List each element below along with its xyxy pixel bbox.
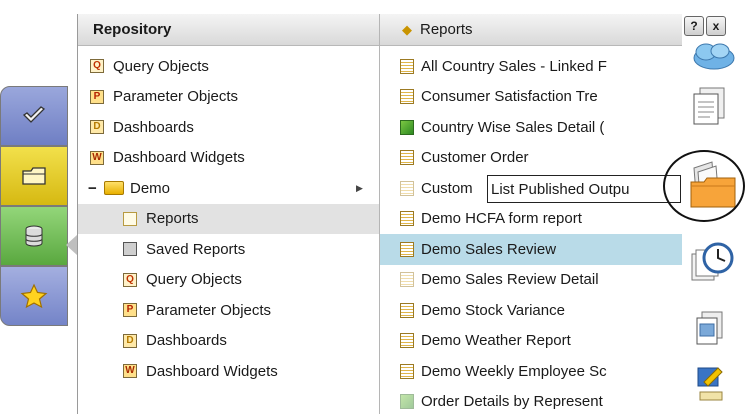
- collapse-toggle-icon[interactable]: −: [88, 180, 100, 197]
- report-icon: [400, 150, 414, 165]
- close-button[interactable]: x: [706, 16, 726, 36]
- reports-header: ◆ Reports: [380, 14, 683, 46]
- report-item[interactable]: Demo Stock Variance: [380, 295, 683, 326]
- dashboard-widget-icon: W: [123, 364, 137, 378]
- pen-icon[interactable]: [694, 362, 728, 402]
- report-icon: [400, 364, 414, 379]
- cloud-icon[interactable]: [688, 38, 738, 72]
- tree-item-demo-query-objects[interactable]: Q Query Objects: [78, 265, 379, 296]
- report-icon: [400, 272, 414, 287]
- linked-report-icon: [400, 394, 414, 409]
- parameter-object-icon: P: [123, 303, 137, 317]
- tree-item-label: Reports: [146, 210, 199, 227]
- report-item[interactable]: Demo Weekly Employee Sc: [380, 356, 683, 387]
- dashboard-icon: D: [90, 120, 104, 134]
- check-tab-icon: [21, 105, 47, 127]
- report-item[interactable]: Demo HCFA form report: [380, 204, 683, 235]
- repository-header: Repository: [78, 14, 379, 46]
- tooltip: List Published Outpu: [487, 175, 681, 203]
- side-tab-folder[interactable]: [0, 146, 68, 206]
- report-item[interactable]: Demo Sales Review Detail: [380, 265, 683, 296]
- tree-item-label: Dashboard Widgets: [146, 363, 278, 380]
- dashboard-widget-icon: W: [90, 151, 104, 165]
- help-button[interactable]: ?: [684, 16, 704, 36]
- report-item[interactable]: Demo Weather Report: [380, 326, 683, 357]
- tree-item-dashboard-widgets[interactable]: W Dashboard Widgets: [78, 143, 379, 174]
- report-item[interactable]: Country Wise Sales Detail (: [380, 112, 683, 143]
- tree-item-parameter-objects[interactable]: P Parameter Objects: [78, 82, 379, 113]
- report-icon: [400, 242, 414, 257]
- report-item-selected[interactable]: Demo Sales Review: [380, 234, 683, 265]
- report-item[interactable]: Order Details by Represent: [380, 387, 683, 417]
- report-icon: [400, 181, 414, 196]
- reports-title: Reports: [420, 21, 473, 38]
- active-tab-pointer: [66, 235, 77, 255]
- tooltip-text: List Published Outpu: [491, 181, 629, 198]
- tree-item-demo-reports[interactable]: Reports: [78, 204, 379, 235]
- report-item[interactable]: Consumer Satisfaction Tre: [380, 82, 683, 113]
- report-item[interactable]: All Country Sales - Linked F: [380, 51, 683, 82]
- repository-panel: Repository ◆ Reports Q Query Objects P P…: [77, 14, 683, 414]
- side-tab-strip: [0, 86, 68, 326]
- side-tab-database[interactable]: [0, 206, 68, 266]
- linked-report-icon: [400, 120, 414, 135]
- documents-icon[interactable]: [688, 84, 732, 128]
- folder-tab-icon: [21, 165, 47, 187]
- reports-list: All Country Sales - Linked F Consumer Sa…: [380, 51, 683, 417]
- repository-title: Repository: [93, 21, 171, 38]
- tree-item-label: Query Objects: [146, 271, 242, 288]
- tree-folder-label: Demo: [130, 180, 170, 197]
- report-icon: [400, 333, 414, 348]
- tree-folder-demo[interactable]: − Demo ▶: [78, 173, 379, 204]
- report-item[interactable]: Customer Order: [380, 143, 683, 174]
- parameter-object-icon: P: [90, 90, 104, 104]
- tree-item-demo-saved-reports[interactable]: Saved Reports: [78, 234, 379, 265]
- side-tab-check[interactable]: [0, 86, 68, 146]
- tree-item-label: Parameter Objects: [146, 302, 271, 319]
- tree-item-demo-dashboard-widgets[interactable]: W Dashboard Widgets: [78, 356, 379, 387]
- report-icon: [400, 303, 414, 318]
- database-tab-icon: [23, 224, 45, 248]
- folder-icon: [104, 181, 124, 195]
- tree-item-query-objects[interactable]: Q Query Objects: [78, 51, 379, 82]
- tree-item-label: Dashboards: [146, 332, 227, 349]
- report-icon: [400, 211, 414, 226]
- tree-item-label: Saved Reports: [146, 241, 245, 258]
- tree-item-demo-dashboards[interactable]: D Dashboards: [78, 326, 379, 357]
- repository-tree: Q Query Objects P Parameter Objects D Da…: [78, 51, 379, 387]
- tree-item-label: Query Objects: [113, 58, 209, 75]
- report-document-icon[interactable]: [694, 310, 728, 350]
- query-object-icon: Q: [123, 273, 137, 287]
- tree-item-label: Dashboard Widgets: [113, 149, 245, 166]
- highlight-circle: [663, 150, 745, 222]
- report-icon: [400, 89, 414, 104]
- reports-icon: [123, 212, 137, 226]
- side-tab-star[interactable]: [0, 266, 68, 326]
- schedule-clock-icon[interactable]: [688, 240, 736, 284]
- report-icon: [400, 59, 414, 74]
- diamond-icon: ◆: [402, 22, 412, 38]
- tree-item-demo-parameter-objects[interactable]: P Parameter Objects: [78, 295, 379, 326]
- star-tab-icon: [20, 283, 48, 309]
- dashboard-icon: D: [123, 334, 137, 348]
- query-object-icon: Q: [90, 59, 104, 73]
- tree-item-dashboards[interactable]: D Dashboards: [78, 112, 379, 143]
- tree-item-label: Dashboards: [113, 119, 194, 136]
- tree-item-label: Parameter Objects: [113, 88, 238, 105]
- saved-reports-icon: [123, 242, 137, 256]
- submenu-arrow-icon[interactable]: ▶: [356, 183, 363, 194]
